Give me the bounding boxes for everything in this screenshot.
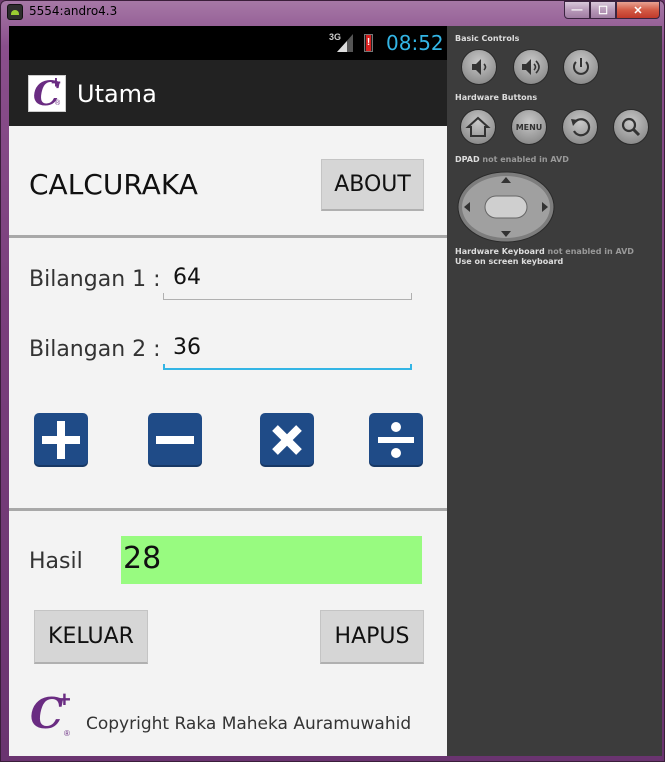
window-title: 5554:andro4.3: [29, 4, 118, 18]
back-icon: [571, 118, 591, 137]
hasil-value: 28: [121, 536, 422, 584]
signal-icon: [337, 34, 353, 52]
multiply-button[interactable]: [260, 413, 314, 467]
keluar-button[interactable]: KELUAR: [34, 610, 148, 664]
bilangan1-input[interactable]: 64: [163, 260, 412, 300]
window-controls: — ☐ ✕: [564, 1, 660, 19]
maximize-button[interactable]: ☐: [590, 1, 616, 19]
about-button[interactable]: ABOUT: [321, 159, 424, 211]
minimize-button[interactable]: —: [564, 1, 590, 19]
app-title: CALCURAKA: [29, 168, 198, 201]
bilangan2-label: Bilangan 2 :: [29, 337, 161, 362]
dpad-heading: DPAD not enabled in AVD: [455, 155, 569, 164]
home-icon: [465, 116, 491, 137]
copyright-text: Copyright Raka Maheka Auramuwahid: [86, 714, 412, 734]
power-icon: [573, 58, 589, 75]
divider: [9, 508, 447, 511]
minus-icon: [156, 436, 194, 444]
times-icon: [272, 425, 302, 455]
power-button[interactable]: [563, 49, 599, 85]
hardware-buttons-heading: Hardware Buttons: [455, 93, 538, 102]
footer-logo-icon: C + ®: [30, 687, 71, 738]
hasil-label: Hasil: [29, 549, 83, 574]
emulator-window: 5554:andro4.3 — ☐ ✕ 3G 08:52 C + ® Utama: [0, 0, 665, 762]
action-bar: C + ® Utama: [9, 60, 447, 126]
dpad-icon: [457, 171, 555, 243]
hapus-button[interactable]: HAPUS: [320, 610, 424, 664]
back-button[interactable]: [562, 109, 598, 145]
home-button[interactable]: [460, 109, 496, 145]
search-icon: [621, 117, 641, 137]
control-panel: Basic Controls Hardware Buttons MENU DPA…: [447, 26, 662, 756]
app-logo-icon[interactable]: C + ®: [28, 73, 66, 114]
volume-down-button[interactable]: [461, 49, 497, 85]
menu-button[interactable]: MENU: [511, 109, 547, 145]
volume-down-icon: [472, 59, 487, 75]
bilangan2-input[interactable]: 36: [163, 330, 412, 370]
basic-controls-heading: Basic Controls: [455, 34, 520, 43]
search-button[interactable]: [613, 109, 649, 145]
keyboard-heading: Hardware Keyboard not enabled in AVD: [455, 247, 634, 256]
android-icon: [7, 4, 23, 20]
volume-up-button[interactable]: [513, 49, 549, 85]
action-bar-title: Utama: [77, 80, 157, 108]
battery-alert-icon: [364, 34, 373, 52]
divider: [9, 235, 447, 238]
divide-button[interactable]: [369, 413, 423, 467]
phone-screen: 3G 08:52 C + ® Utama CALCURAKA ABOUT Bil…: [9, 26, 447, 756]
subtract-button[interactable]: [148, 413, 202, 467]
add-button[interactable]: [34, 413, 88, 467]
bilangan1-label: Bilangan 1 :: [29, 267, 161, 292]
divide-icon: [378, 422, 414, 458]
volume-up-icon: [522, 59, 540, 75]
status-bar: 3G 08:52: [9, 26, 447, 60]
close-button[interactable]: ✕: [616, 1, 660, 19]
plus-icon: [42, 421, 80, 459]
status-time: 08:52: [386, 31, 444, 55]
dpad-control[interactable]: [457, 171, 555, 243]
window-titlebar[interactable]: 5554:andro4.3 — ☐ ✕: [1, 1, 665, 23]
onscreen-keyboard-text: Use on screen keyboard: [455, 257, 564, 266]
